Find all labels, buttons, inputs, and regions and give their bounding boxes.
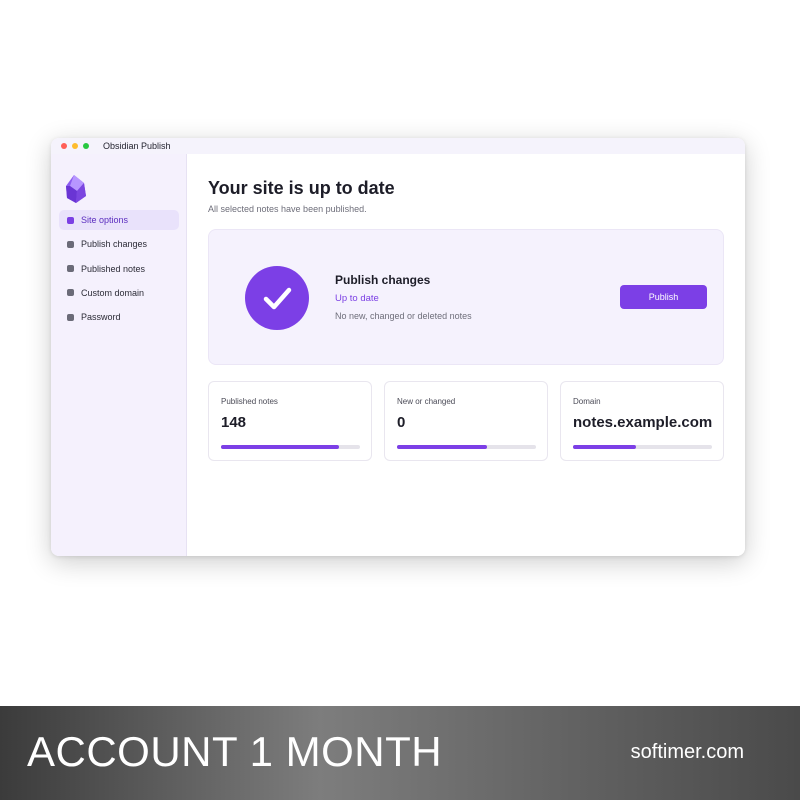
minimize-window-button[interactable] [72, 143, 78, 149]
window-title: Obsidian Publish [103, 141, 171, 151]
sidebar-item-password[interactable]: Password [59, 307, 179, 327]
stat-progress-fill [221, 445, 340, 449]
close-window-button[interactable] [61, 143, 67, 149]
sidebar-item-label: Site options [81, 215, 129, 225]
stat-card-published-notes: Published notes 148 [208, 381, 372, 461]
status-title: Publish changes [335, 273, 431, 287]
banner-title: ACCOUNT 1 MONTH [27, 728, 443, 775]
stat-value: 0 [397, 414, 406, 431]
sidebar-item-label: Published notes [81, 263, 146, 274]
main-content: Your site is up to date All selected not… [188, 154, 745, 556]
stat-label: Domain [573, 397, 601, 406]
stat-value: 148 [221, 414, 247, 431]
stat-card-domain: Domain notes.example.com [560, 381, 724, 461]
page-title: Your site is up to date [208, 178, 395, 198]
sidebar-item-label: Publish changes [81, 239, 148, 250]
sidebar: Site options Publish changes Published n… [51, 154, 187, 556]
stat-label: Published notes [221, 397, 278, 406]
status-detail: No new, changed or deleted notes [335, 311, 472, 321]
stat-progress-track [573, 445, 712, 449]
checkmark-icon [245, 266, 309, 330]
sidebar-item-custom-domain[interactable]: Custom domain [59, 283, 179, 303]
sidebar-item-publish-changes[interactable]: Publish changes [59, 234, 179, 254]
publish-status-card: Publish changes Up to date No new, chang… [208, 229, 724, 365]
stat-progress-fill [397, 445, 488, 449]
title-bar: Obsidian Publish [51, 138, 745, 154]
square-bullet-icon [67, 289, 74, 297]
page-subtitle: All selected notes have been published. [208, 204, 367, 214]
square-bullet-icon [67, 240, 74, 248]
sidebar-item-published-notes[interactable]: Published notes [59, 259, 179, 279]
stat-progress-track [221, 445, 360, 449]
square-bullet-icon [67, 313, 74, 321]
stat-label: New or changed [397, 397, 456, 406]
window-controls [61, 143, 89, 149]
sidebar-nav: Site options Publish changes Published n… [59, 210, 179, 331]
banner-site-link: softimer.com [630, 741, 744, 763]
stat-progress-track [397, 445, 536, 449]
sidebar-item-label: Password [81, 312, 121, 323]
sidebar-item-site-options[interactable]: Site options [59, 210, 179, 230]
maximize-window-button[interactable] [83, 143, 89, 149]
square-bullet-icon [67, 265, 74, 273]
app-window: Obsidian Publish Site options Publish ch… [51, 138, 745, 556]
sidebar-item-label: Custom domain [81, 287, 145, 298]
publish-button[interactable]: Publish [620, 285, 707, 309]
stat-card-new-or-changed: New or changed 0 [384, 381, 548, 461]
stat-progress-fill [573, 445, 636, 449]
promo-banner: ACCOUNT 1 MONTH softimer.com [0, 706, 800, 800]
square-bullet-icon [67, 216, 74, 224]
stats-row: Published notes 148 New or changed 0 Dom… [208, 381, 724, 461]
stat-value: notes.example.com [573, 414, 713, 431]
obsidian-crystal-icon [66, 175, 86, 203]
status-badge: Up to date [335, 293, 379, 304]
